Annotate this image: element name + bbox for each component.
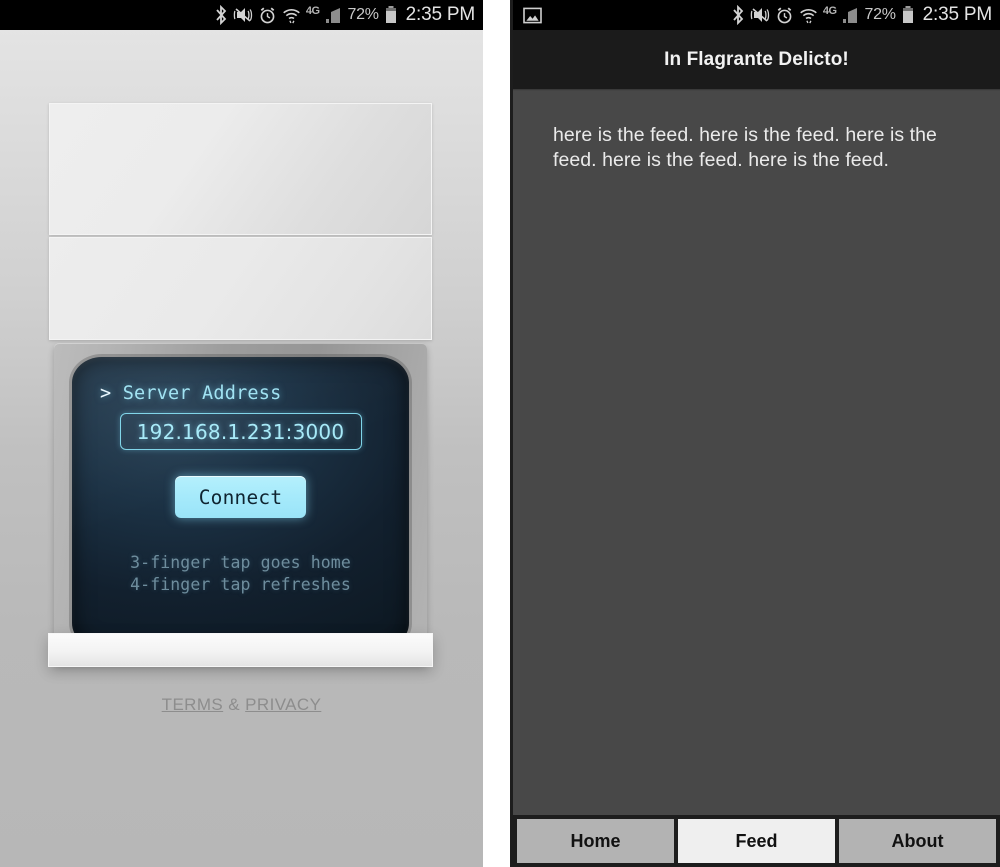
bottom-tab-bar: Home Feed About (513, 815, 1000, 867)
footer-ampersand: & (223, 695, 246, 714)
battery-icon (901, 5, 915, 25)
lte-icon: 4G (822, 5, 837, 17)
clock-label: 2:35 PM (405, 4, 476, 25)
panel-gutter (483, 0, 510, 867)
feed-container: here is the feed. here is the feed. here… (513, 91, 1000, 815)
left-screen-body: > Server Address Connect 3-finger tap go… (0, 30, 483, 867)
right-phone-screen: 4G 72% 2:35 PM In Flagrante Delicto! her… (510, 0, 1000, 867)
battery-icon (384, 5, 398, 25)
tab-home[interactable]: Home (517, 819, 674, 863)
status-bar-right-icons: 4G 72% 2:35 PM (214, 4, 475, 26)
status-bar-right-icons-right: 4G 72% 2:35 PM (731, 4, 992, 26)
prompt-caret-icon: > (100, 383, 112, 404)
terms-link[interactable]: TERMS (162, 695, 224, 714)
server-address-input[interactable] (119, 413, 362, 450)
status-bar-right: 4G 72% 2:35 PM (513, 0, 1000, 30)
gallery-image-icon (523, 7, 542, 24)
bluetooth-icon (731, 5, 745, 25)
feed-body-text: here is the feed. here is the feed. here… (553, 124, 937, 171)
alarm-clock-icon (775, 6, 794, 25)
lte-icon: 4G (305, 5, 320, 17)
app-bar-title: In Flagrante Delicto! (513, 30, 1000, 90)
vibrate-off-icon (233, 5, 253, 25)
server-address-label: > Server Address (100, 383, 381, 404)
privacy-link[interactable]: PRIVACY (245, 695, 321, 714)
signal-bars-icon (325, 6, 343, 24)
clock-label: 2:35 PM (922, 4, 993, 25)
white-panel-stack (49, 103, 432, 340)
status-bar-left: 4G 72% 2:35 PM (0, 0, 483, 30)
blank-panel-top (49, 103, 432, 235)
alarm-clock-icon (258, 6, 277, 25)
wifi-icon (282, 6, 301, 25)
terminal-content: > Server Address Connect 3-finger tap go… (72, 357, 409, 649)
bluetooth-icon (214, 5, 228, 25)
signal-bars-icon (842, 6, 860, 24)
battery-percent-label: 72% (864, 6, 896, 23)
server-address-label-text: Server Address (122, 383, 282, 404)
gesture-hints-text: 3-finger tap goes home 4-finger tap refr… (130, 553, 351, 594)
tab-about[interactable]: About (839, 819, 996, 863)
crt-monitor: > Server Address Connect 3-finger tap go… (54, 343, 427, 663)
crt-screen: > Server Address Connect 3-finger tap go… (72, 357, 409, 649)
blank-panel-bottom (49, 237, 432, 340)
connect-button[interactable]: Connect (175, 476, 306, 518)
wifi-icon (799, 6, 818, 25)
battery-percent-label: 72% (347, 6, 379, 23)
tab-feed[interactable]: Feed (678, 819, 835, 863)
footer-links: TERMS & PRIVACY (0, 695, 483, 715)
dual-screenshot-container: 4G 72% 2:35 PM > Server Address 192.168.… (0, 0, 1000, 867)
vibrate-off-icon (750, 5, 770, 25)
crt-stand-base (48, 633, 433, 667)
left-phone-screen: 4G 72% 2:35 PM > Server Address 192.168.… (0, 0, 483, 867)
status-bar-left-icons-right (523, 7, 731, 24)
